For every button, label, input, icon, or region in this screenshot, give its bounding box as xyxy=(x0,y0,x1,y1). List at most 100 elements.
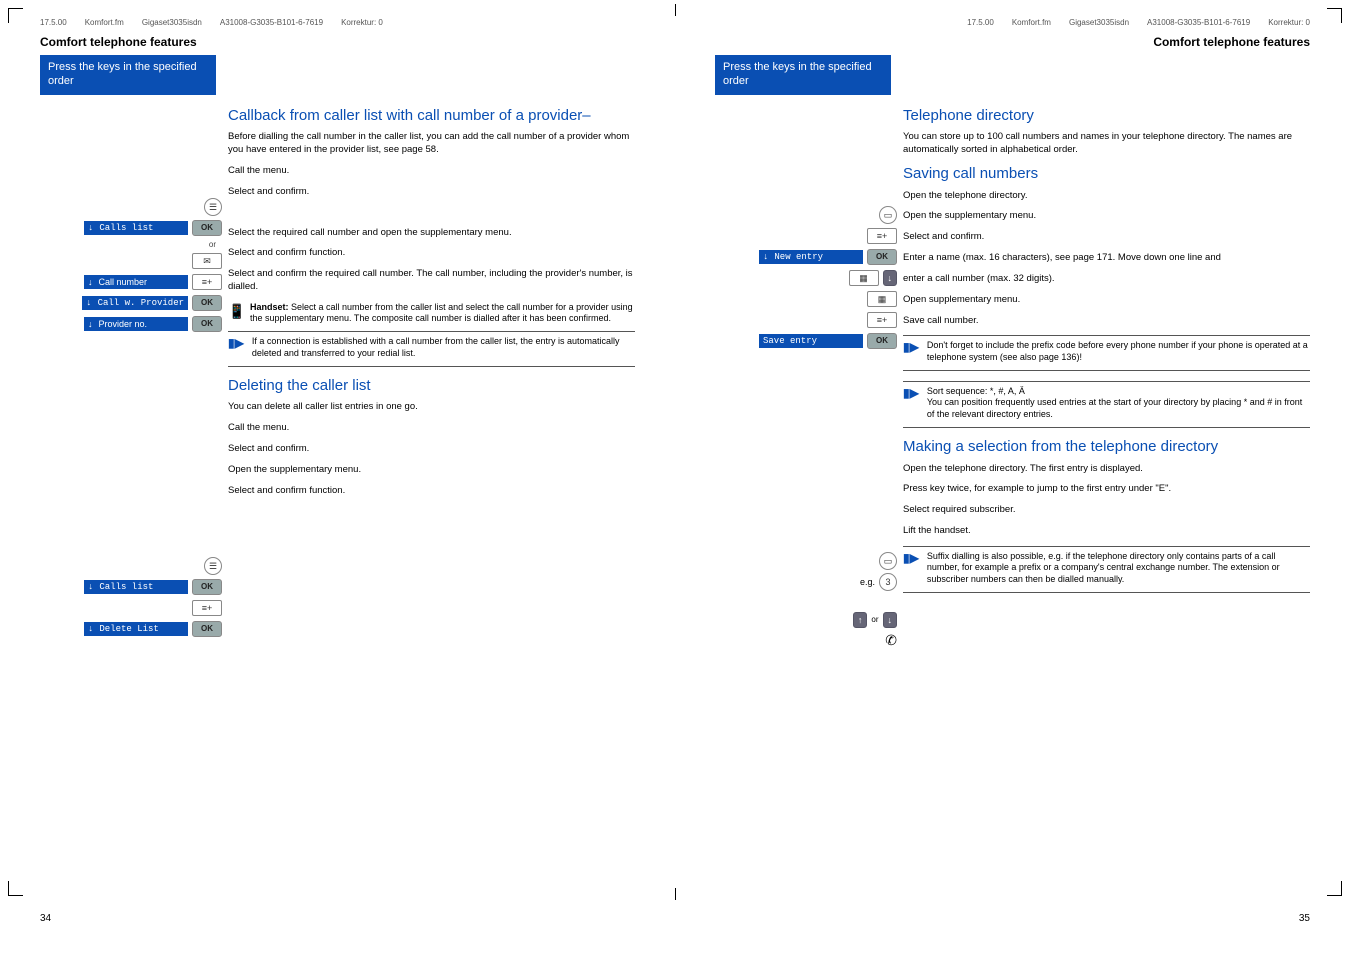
menu-key-icon: ☰ xyxy=(204,557,222,575)
handset-text: Select a call number from the caller lis… xyxy=(250,302,633,324)
note-connection: ▮▶ If a connection is established with a… xyxy=(228,331,635,366)
nav-provider-no-label: Provider no. xyxy=(99,319,148,329)
digit-3-key: 3 xyxy=(879,573,897,591)
step-text-func: Select and confirm function. xyxy=(228,247,635,260)
note-arrow-icon: ▮▶ xyxy=(903,340,919,363)
step-text-delfunc: Select and confirm function. xyxy=(228,485,635,498)
nav-calls-list-label: Calls list xyxy=(99,223,153,233)
note-prefix-text: Don't forget to include the prefix code … xyxy=(927,340,1310,363)
ok-key: OK xyxy=(192,621,222,637)
step-select-subscriber: ↑ or ↓ xyxy=(715,611,897,629)
step-call-w-provider: ↓Call w. Provider OK xyxy=(40,294,222,312)
header-korrektur: Korrektur: 0 xyxy=(1268,18,1310,27)
nav-calls-list: ↓Calls list xyxy=(84,221,188,235)
step-keypad-number: ▦ xyxy=(715,290,897,308)
note-arrow-icon: ▮▶ xyxy=(228,336,244,359)
nav-calls-list-2: ↓Calls list xyxy=(84,580,188,594)
handset-label: Handset: xyxy=(250,302,289,312)
page-number-right: 35 xyxy=(1299,913,1310,924)
nav-provider-no: ↓Provider no. xyxy=(84,317,188,331)
paragraph-directory: You can store up to 100 call numbers and… xyxy=(903,131,1310,157)
step-text-callnum: Select the required call number and open… xyxy=(228,227,635,240)
header-product: Gigaset3035isdn xyxy=(142,18,202,27)
heading-callback: Callback from caller list with call numb… xyxy=(228,107,635,126)
step-mail-key: ✉ xyxy=(40,252,222,270)
eg-label: e.g. xyxy=(860,577,875,587)
step-calls-list: ↓Calls list OK xyxy=(40,219,222,237)
header-product: Gigaset3035isdn xyxy=(1069,18,1129,27)
nav-delete-list-label: Delete List xyxy=(99,624,158,634)
steps-ribbon: Press the keys in the specified order xyxy=(40,55,216,95)
handset-lift-icon: ✆ xyxy=(885,632,897,649)
step-text-save: Save call number. xyxy=(903,315,1310,328)
step-delete-list: ↓Delete List OK xyxy=(40,620,222,638)
note-sort-text: Sort sequence: *, #, A, Ä You can positi… xyxy=(927,386,1310,421)
nav-calls-list-label-2: Calls list xyxy=(99,582,153,592)
step-eg-key: e.g. 3 xyxy=(715,573,897,591)
header-file: Komfort.fm xyxy=(1012,18,1051,27)
keypad-icon: ▦ xyxy=(849,270,879,286)
note-prefix: ▮▶ Don't forget to include the prefix co… xyxy=(903,335,1310,370)
heading-saving: Saving call numbers xyxy=(903,165,1310,184)
step-calls-list-2: ↓Calls list OK xyxy=(40,578,222,596)
note-suffix-text: Suffix dialling is also possible, e.g. i… xyxy=(927,551,1310,586)
step-text-menu: Call the menu. xyxy=(228,165,635,178)
nav-delete-list: ↓Delete List xyxy=(84,622,188,636)
content-area: ☰ ↓Calls list OK or ✉ ↓Call number ≡+ ↓C… xyxy=(40,103,635,641)
step-text-open: Open the telephone directory. xyxy=(903,190,1310,203)
running-header-right: 17.5.00 Komfort.fm Gigaset3035isdn A3100… xyxy=(715,18,1310,27)
heading-directory: Telephone directory xyxy=(903,107,1310,126)
step-supp-menu-2: ≡+ xyxy=(715,311,897,329)
step-text-confirm: Select and confirm. xyxy=(903,231,1310,244)
ok-key: OK xyxy=(867,249,897,265)
nav-call-w-provider-label: Call w. Provider xyxy=(98,298,184,308)
step-text-prov: Select and confirm the required call num… xyxy=(228,268,635,294)
supp-menu-key: ≡+ xyxy=(192,274,222,290)
spread: 17.5.00 Komfort.fm Gigaset3035isdn A3100… xyxy=(0,0,1350,954)
page-right: 17.5.00 Komfort.fm Gigaset3035isdn A3100… xyxy=(675,0,1350,954)
step-save-entry: Save entry OK xyxy=(715,332,897,350)
ok-key: OK xyxy=(192,316,222,332)
step-menu-key: ☰ xyxy=(40,198,222,216)
step-text-num: enter a call number (max. 32 digits). xyxy=(903,273,1310,286)
page-left: 17.5.00 Komfort.fm Gigaset3035isdn A3100… xyxy=(0,0,675,954)
step-text-supp: Open the supplementary menu. xyxy=(903,210,1310,223)
step-text-open2: Open the telephone directory. The first … xyxy=(903,463,1310,476)
heading-delete: Deleting the caller list xyxy=(228,377,635,396)
nav-save-entry: Save entry xyxy=(759,334,863,348)
note-arrow-icon: ▮▶ xyxy=(903,386,919,421)
down-arrow-key: ↓ xyxy=(883,270,898,286)
ok-key: OK xyxy=(192,295,222,311)
menu-key-icon: ☰ xyxy=(204,198,222,216)
up-arrow-key: ↑ xyxy=(853,612,868,628)
section-title: Comfort telephone features xyxy=(40,35,635,49)
handset-icon: 📱 xyxy=(228,302,242,325)
telephone-directory-key-icon: ▭ xyxy=(879,206,897,224)
or-label: or xyxy=(40,240,222,249)
step-text-select: Select and confirm. xyxy=(228,186,635,199)
down-arrow-key: ↓ xyxy=(883,612,898,628)
ok-key: OK xyxy=(192,579,222,595)
note-sort: ▮▶ Sort sequence: *, #, A, Ä You can pos… xyxy=(903,381,1310,428)
nav-new-entry: ↓New entry xyxy=(759,250,863,264)
note-connection-text: If a connection is established with a ca… xyxy=(252,336,635,359)
note-suffix: ▮▶ Suffix dialling is also possible, e.g… xyxy=(903,546,1310,593)
paragraph-delete: You can delete all caller list entries i… xyxy=(228,401,635,414)
step-supp-menu: ≡+ xyxy=(40,599,222,617)
nav-call-number-label: Call number xyxy=(99,277,148,287)
mail-key-icon: ✉ xyxy=(192,253,222,269)
step-text-menu-2: Call the menu. xyxy=(228,422,635,435)
steps-ribbon: Press the keys in the specified order xyxy=(715,55,891,95)
header-date: 17.5.00 xyxy=(967,18,994,27)
header-partno: A31008-G3035-B101-6-7619 xyxy=(1147,18,1250,27)
header-partno: A31008-G3035-B101-6-7619 xyxy=(220,18,323,27)
body-column: Callback from caller list with call numb… xyxy=(222,103,635,641)
ok-key: OK xyxy=(867,333,897,349)
step-text-lift: Lift the handset. xyxy=(903,525,1310,538)
step-call-number: ↓Call number ≡+ xyxy=(40,273,222,291)
step-supp-menu: ≡+ xyxy=(715,227,897,245)
nav-call-number: ↓Call number xyxy=(84,275,188,289)
steps-column: ▭ ≡+ ↓New entry OK ▦ ↓ ▦ ≡+ xyxy=(715,103,897,653)
header-file: Komfort.fm xyxy=(85,18,124,27)
step-text-supp2: Open supplementary menu. xyxy=(903,294,1310,307)
